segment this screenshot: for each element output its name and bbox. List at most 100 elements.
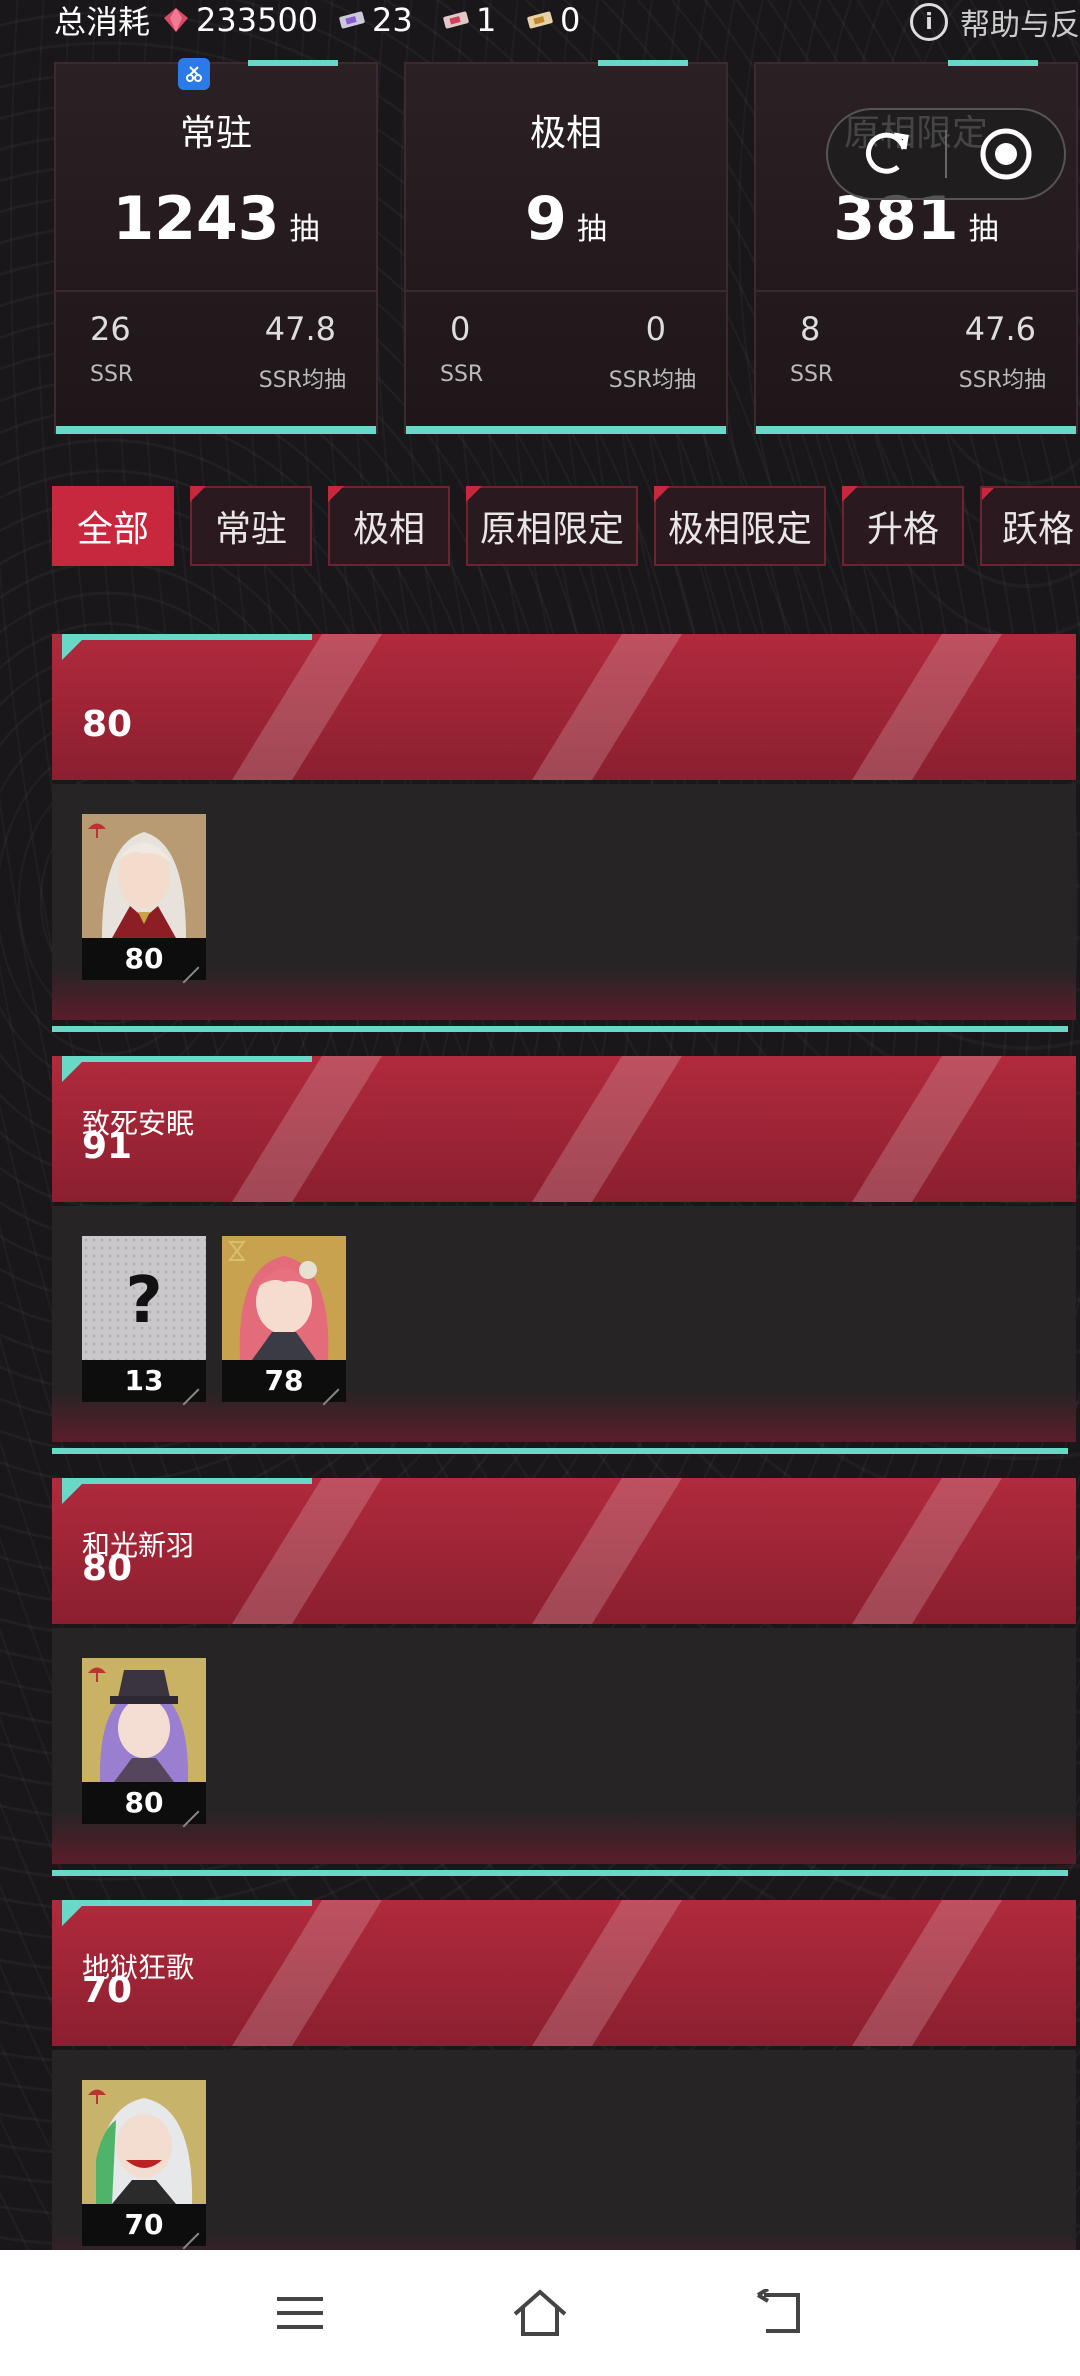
header-chevron-decor [852,1900,1002,2046]
target-button[interactable] [947,108,1064,200]
screen-record-icon [178,58,210,90]
ticket-a-counter: 23 [338,0,413,40]
help-label: 帮助与反 [960,8,1080,43]
ssr-average-label: SSR均抽 [258,368,346,393]
tab-leap[interactable]: 跃格 [980,486,1080,566]
header-chevron-decor [232,1056,382,1202]
section-accent-line [52,1870,1068,1876]
back-icon [756,2289,800,2333]
ticket-a-count: 23 [372,1,413,39]
section-header[interactable]: 致死安眠 91 [52,1056,1076,1202]
ticket-c-counter: 0 [526,0,580,40]
refresh-icon [865,132,909,174]
tab-extreme-limited[interactable]: 极相限定 [654,486,826,566]
section-accent-line [52,1026,1068,1032]
card-pull-count: 9抽 [406,184,726,254]
umbrella-faction-icon [88,823,106,838]
card-divider [756,290,1076,292]
card-stripe [598,60,688,66]
header-chevron-decor [532,1478,682,1624]
system-navigation-bar [0,2250,1080,2376]
ssr-label: SSR [790,362,834,387]
ssr-count: 8 [800,310,821,348]
gem-count: 233500 [196,1,319,39]
character-card[interactable]: 80 [82,814,206,980]
back-button[interactable] [750,2283,810,2343]
header-corner [62,1056,88,1082]
ssr-count: 0 [450,310,471,348]
home-icon [513,2289,567,2336]
umbrella-faction-icon [88,2089,106,2104]
header-chevron-decor [232,1478,382,1624]
ssr-average: 47.8 [264,310,336,348]
section-total: 80 [82,704,133,745]
tab-all[interactable]: 全部 [52,486,174,566]
menu-icon [277,2297,323,2329]
card-divider [406,290,726,292]
ssr-label: SSR [440,362,484,387]
card-divider [56,290,376,292]
target-icon [980,128,1031,180]
tab-ascension[interactable]: 升格 [842,486,964,566]
summary-card-standard[interactable]: 常驻 1243 抽 26 SSR 47.8 SSR均抽 [54,60,378,434]
card-title: 极相 [529,113,602,154]
svg-text:?: ? [125,1264,162,1338]
menu-button[interactable] [270,2283,330,2343]
character-card[interactable]: 80 [82,1658,206,1824]
section-header[interactable]: 80 [52,634,1076,780]
ssr-count: 26 [90,310,131,348]
refresh-button[interactable] [828,108,945,200]
character-pull-count: 80 [82,1782,206,1824]
character-pull-count: 80 [82,938,206,980]
unknown-portrait: ? [82,1236,206,1360]
character-card[interactable]: ? 13 [82,1236,206,1402]
ssr-average-label: SSR均抽 [958,368,1046,393]
header-chevron-decor [852,634,1002,780]
ssr-label: SSR [90,362,134,387]
section-header[interactable]: 地狱狂歌 70 [52,1900,1076,2046]
card-pull-count: 1243 抽 [56,184,376,254]
section-accent-line [52,1448,1068,1454]
section-total: 80 [82,1548,133,1589]
tab-original-limited[interactable]: 原相限定 [466,486,638,566]
header-corner [62,1478,88,1504]
character-pull-count: 13 [82,1360,206,1402]
header-chevron-decor [852,1056,1002,1202]
pull-number: 1243 [112,184,280,254]
hourglass-faction-icon [227,1241,247,1261]
character-card[interactable]: 70 [82,2080,206,2246]
tab-extreme[interactable]: 极相 [328,486,450,566]
ticket-c-count: 0 [560,1,581,39]
section-header[interactable]: 和光新羽 80 [52,1478,1076,1624]
floating-control-pill [826,108,1066,200]
top-consumption-bar: 总消耗 233500 23 1 0 i 帮助与反 [0,0,1080,43]
header-chevron-decor [532,1900,682,2046]
section-body: 80 [52,784,1076,1020]
home-button[interactable] [510,2283,570,2343]
character-pull-count: 70 [82,2204,206,2246]
pull-unit: 抽 [576,212,607,247]
pull-number: 9 [525,184,567,254]
card-stripe [248,60,338,66]
character-card[interactable]: 78 [222,1236,346,1402]
ssr-average: 47.6 [964,310,1036,348]
header-chevron-decor [852,1478,1002,1624]
tab-standard[interactable]: 常驻 [190,486,312,566]
section-body: 80 [52,1628,1076,1864]
ticket-b-counter: 1 [442,0,496,40]
pull-unit: 抽 [289,212,320,247]
card-title: 常驻 [179,113,252,154]
ticket-c-icon [527,11,553,29]
consumption-label: 总消耗 [54,3,151,41]
section-total: 91 [82,1126,133,1167]
section-total: 70 [82,1970,133,2011]
umbrella-faction-icon [88,1667,106,1682]
card-stripe [948,60,1038,66]
section-body: ? 13 78 [52,1206,1076,1442]
info-icon: i [910,3,948,41]
summary-card-extreme[interactable]: 极相 9抽 0 SSR 0 SSR均抽 [404,60,728,434]
gem-counter: 233500 [162,0,318,40]
help-feedback-link[interactable]: i 帮助与反 [910,0,1080,44]
ssr-average: 0 [645,310,666,348]
ticket-a-icon [339,11,365,29]
